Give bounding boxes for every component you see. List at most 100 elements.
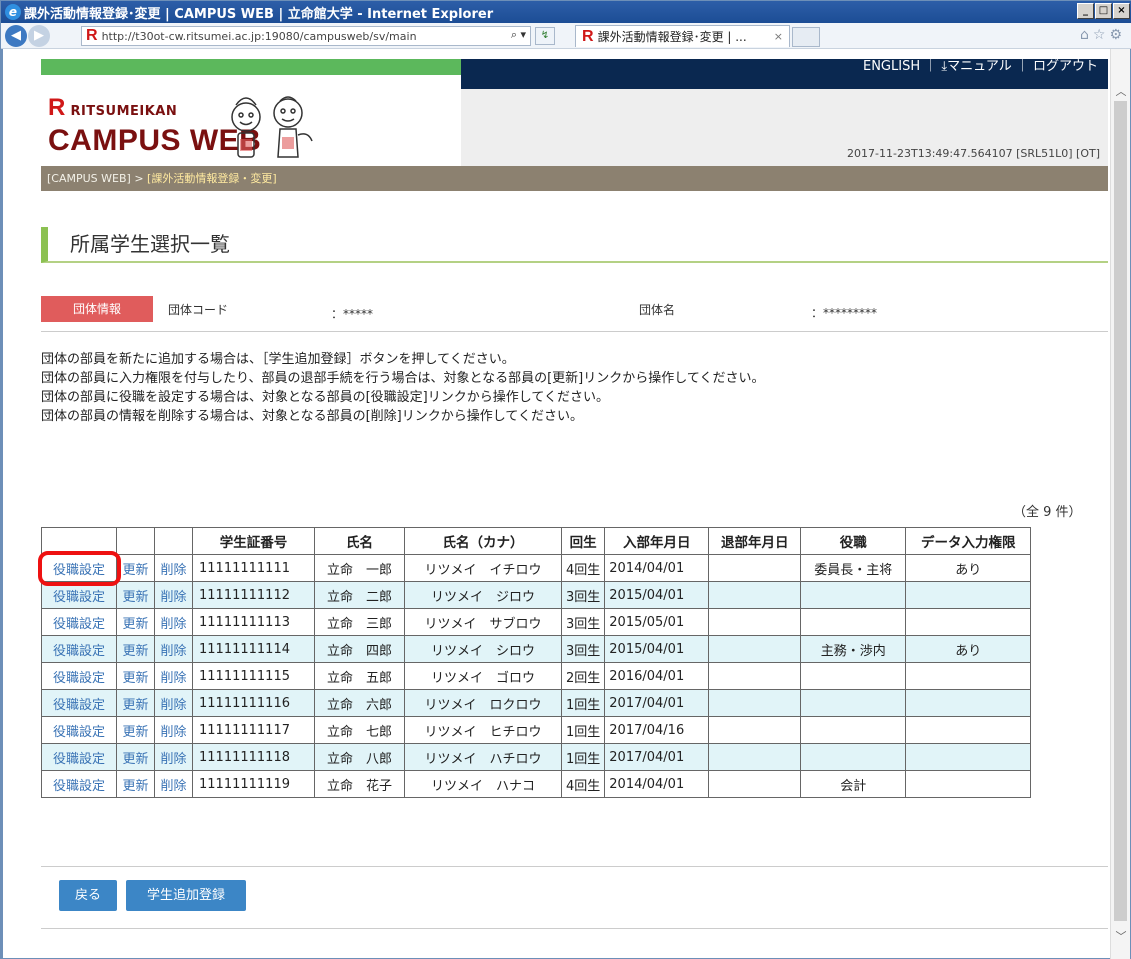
cell-join: 2015/05/01 — [604, 608, 710, 636]
browser-nav-bar: ◀ ▶ R http://t30ot-cw.ritsumei.ac.jp:190… — [1, 23, 1131, 49]
cell-leave — [708, 635, 802, 663]
delete-link[interactable]: 削除 — [154, 689, 193, 717]
minimize-button[interactable]: _ — [1077, 3, 1094, 19]
divider — [41, 866, 1108, 867]
instructions: 団体の部員を新たに追加する場合は、［学生追加登録］ボタンを押してください。 団体… — [41, 350, 1108, 426]
cell-name: 立命 八郎 — [314, 743, 405, 771]
cell-year: 2回生 — [560, 662, 606, 690]
close-button[interactable]: × — [1113, 3, 1130, 19]
cell-year: 1回生 — [560, 689, 606, 717]
address-bar[interactable]: R http://t30ot-cw.ritsumei.ac.jp:19080/c… — [81, 26, 531, 46]
delete-link[interactable]: 削除 — [154, 743, 193, 771]
header-links-text[interactable]: ENGLISH ｜ ⤓マニュアル ｜ ログアウト — [863, 59, 1098, 74]
delete-link[interactable]: 削除 — [154, 581, 193, 609]
cell-kana: リツメイ ハチロウ — [404, 743, 562, 771]
cell-name: 立命 六郎 — [314, 689, 405, 717]
cell-join: 2015/04/01 — [604, 581, 710, 609]
browser-window: e 課外活動情報登録･変更 | CAMPUS WEB | 立命館大学 - Int… — [0, 0, 1131, 959]
vertical-scrollbar[interactable]: ︿ ﹀ — [1110, 49, 1130, 959]
update-link[interactable]: 更新 — [116, 554, 155, 582]
forward-arrow-icon[interactable]: ▶ — [28, 24, 50, 47]
scroll-up-icon[interactable]: ︿ — [1111, 83, 1131, 99]
cell-leave — [708, 662, 802, 690]
cell-join: 2017/04/16 — [604, 716, 710, 744]
delete-link[interactable]: 削除 — [154, 662, 193, 690]
cell-kana: リツメイ ジロウ — [404, 581, 562, 609]
cell-role: 主務・渉内 — [800, 635, 907, 663]
org-info-badge: 団体情報 — [41, 296, 153, 322]
cell-join: 2016/04/01 — [604, 662, 710, 690]
cell-kana: リツメイ イチロウ — [404, 554, 562, 582]
cell-perm: あり — [905, 554, 1032, 582]
tab-close-icon[interactable]: × — [774, 30, 783, 43]
cell-name: 立命 二郎 — [314, 581, 405, 609]
role-setting-link[interactable]: 役職設定 — [41, 581, 117, 609]
divider — [41, 928, 1108, 929]
cell-id: 11111111119 — [192, 770, 315, 798]
scrollbar-thumb[interactable] — [1114, 101, 1127, 921]
update-link[interactable]: 更新 — [116, 635, 155, 663]
cell-perm — [905, 716, 1032, 744]
table-row: 役職設定 更新 削除 11111111118 立命 八郎 リツメイ ハチロウ 1回生 2017… — [41, 743, 1032, 771]
table-row: 役職設定 更新 削除 11111111114 立命 四郎 リツメイ シロウ 3回生 2015/… — [41, 635, 1032, 663]
browser-tab[interactable]: R 課外活動情報登録･変更 | ... × — [575, 25, 790, 47]
title-bar: e 課外活動情報登録･変更 | CAMPUS WEB | 立命館大学 - Int… — [1, 1, 1131, 23]
role-setting-link[interactable]: 役職設定 — [41, 716, 117, 744]
back-button[interactable]: 戻る — [59, 880, 117, 911]
delete-link[interactable]: 削除 — [154, 635, 193, 663]
window-left-border — [1, 49, 3, 959]
add-student-button[interactable]: 学生追加登録 — [126, 880, 246, 911]
compatibility-icon[interactable]: ↯ — [535, 27, 555, 45]
search-icon[interactable]: ⌕ ▾ — [511, 28, 526, 42]
cell-join: 2015/04/01 — [604, 635, 710, 663]
table-body: 役職設定 更新 削除 11111111111 立命 一郎 リツメイ イチロウ 4回生 2014… — [37, 550, 1032, 798]
breadcrumb-separator: > — [130, 172, 148, 185]
maximize-button[interactable]: □ — [1095, 3, 1112, 19]
cell-id: 11111111114 — [192, 635, 315, 663]
cell-year: 4回生 — [560, 554, 606, 582]
scroll-down-icon[interactable]: ﹀ — [1111, 928, 1131, 944]
header-links[interactable]: ENGLISH ｜ ⤓マニュアル ｜ ログアウト — [461, 59, 1108, 89]
instruction-line: 団体の部員の情報を削除する場合は、対象となる部員の[削除]リンクから操作してくだ… — [41, 409, 583, 424]
col-header-student-id: 学生証番号 — [192, 527, 315, 555]
page-content: ENGLISH ｜ ⤓マニュアル ｜ ログアウト 2017-11-23T13:4… — [1, 49, 1111, 959]
cell-perm — [905, 581, 1032, 609]
update-link[interactable]: 更新 — [116, 770, 155, 798]
role-setting-link[interactable]: 役職設定 — [41, 662, 117, 690]
cell-role — [800, 662, 907, 690]
role-setting-link[interactable]: 役職設定 — [41, 608, 117, 636]
col-header-role: 役職 — [800, 527, 907, 555]
delete-link[interactable]: 削除 — [154, 716, 193, 744]
update-link[interactable]: 更新 — [116, 662, 155, 690]
r-logo-icon: R — [48, 94, 66, 121]
col-header-kana: 氏名（カナ） — [404, 527, 562, 555]
delete-link[interactable]: 削除 — [154, 554, 193, 582]
update-link[interactable]: 更新 — [116, 716, 155, 744]
breadcrumb-current[interactable]: [課外活動情報登録・変更] — [147, 172, 277, 185]
role-setting-link[interactable]: 役職設定 — [41, 770, 117, 798]
timestamp: 2017-11-23T13:49:47.564107 [SRL51L0] [OT… — [847, 147, 1100, 160]
org-name-label: 団体名 — [639, 303, 676, 317]
update-link[interactable]: 更新 — [116, 608, 155, 636]
role-setting-link[interactable]: 役職設定 — [41, 743, 117, 771]
cell-leave — [708, 689, 802, 717]
role-setting-link[interactable]: 役職設定 — [41, 635, 117, 663]
cell-id: 11111111115 — [192, 662, 315, 690]
update-link[interactable]: 更新 — [116, 581, 155, 609]
back-arrow-icon[interactable]: ◀ — [5, 24, 27, 47]
breadcrumb-home[interactable]: [CAMPUS WEB] — [47, 172, 131, 185]
delete-link[interactable]: 削除 — [154, 608, 193, 636]
cell-join: 2017/04/01 — [604, 689, 710, 717]
role-setting-link[interactable]: 役職設定 — [37, 550, 121, 586]
cell-role — [800, 743, 907, 771]
instruction-line: 団体の部員に役職を設定する場合は、対象となる部員の[役職設定]リンクから操作して… — [41, 390, 609, 405]
col-header — [116, 527, 155, 555]
delete-link[interactable]: 削除 — [154, 770, 193, 798]
col-header-permission: データ入力権限 — [905, 527, 1032, 555]
toolbar-icons[interactable]: ⌂☆⚙ — [1080, 27, 1126, 43]
update-link[interactable]: 更新 — [116, 689, 155, 717]
role-setting-link[interactable]: 役職設定 — [41, 689, 117, 717]
tab-favicon-icon: R — [582, 27, 594, 45]
new-tab-button[interactable] — [792, 27, 820, 47]
update-link[interactable]: 更新 — [116, 743, 155, 771]
